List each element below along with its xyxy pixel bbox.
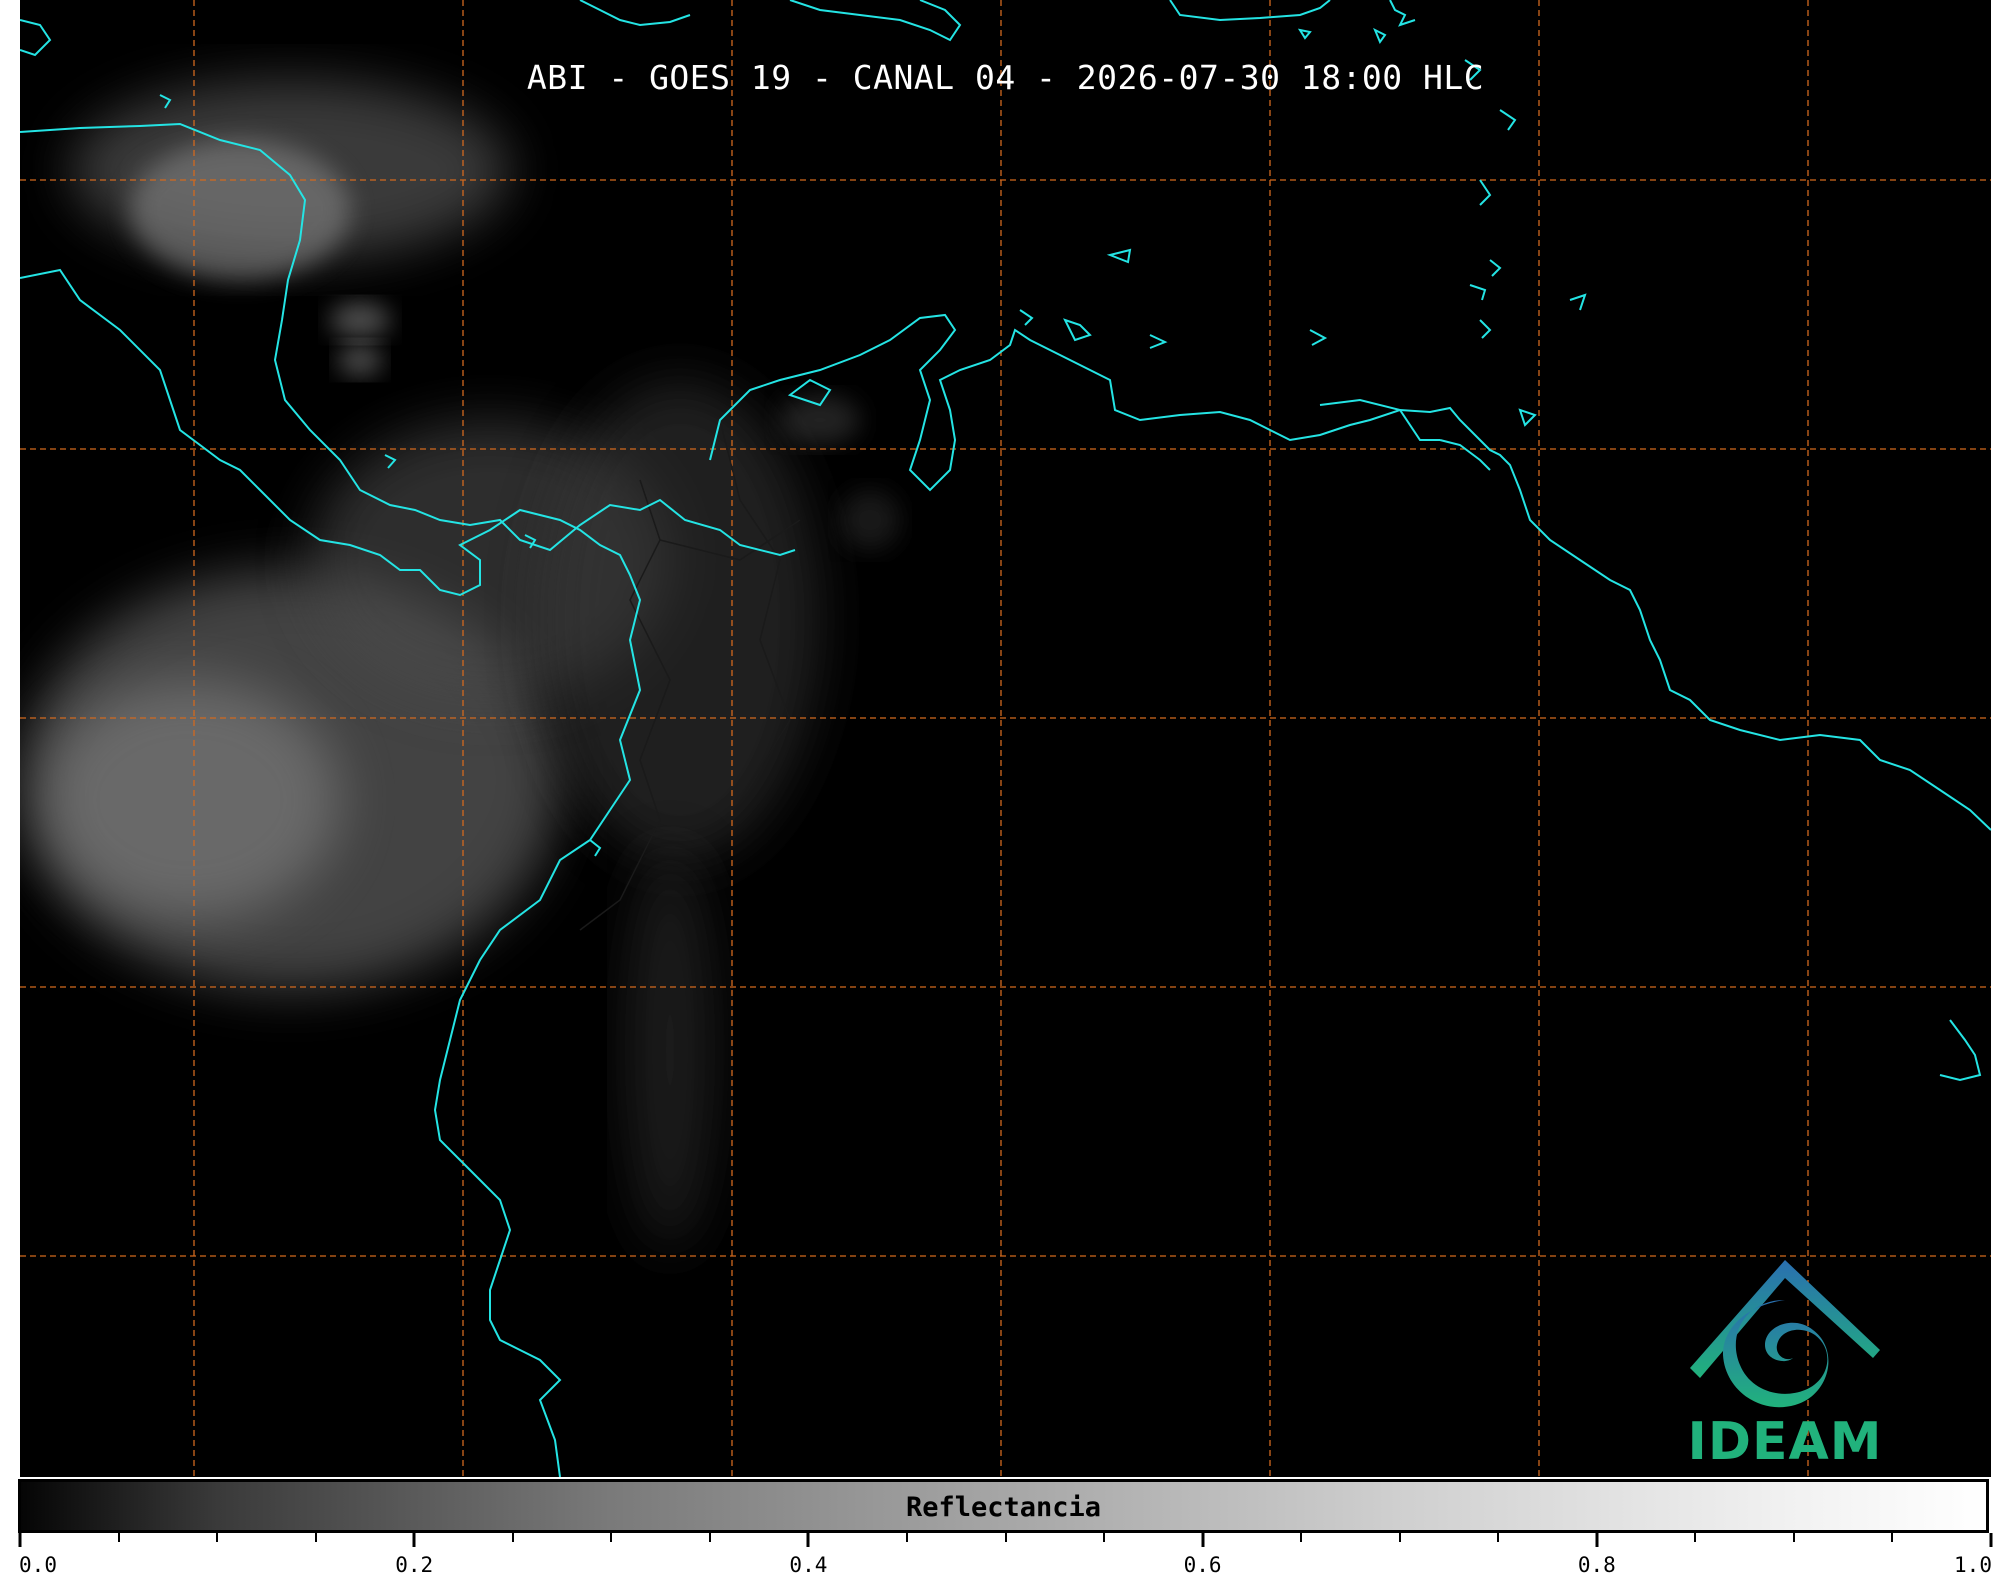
colorbar-minor-tick — [1891, 1533, 1894, 1542]
colorbar-minor-tick — [1300, 1533, 1303, 1542]
colorbar-minor-tick — [216, 1533, 219, 1542]
colorbar-minor-tick — [905, 1533, 908, 1542]
colorbar-major-tick — [18, 1533, 22, 1547]
colorbar-label: Reflectancia — [905, 1492, 1102, 1523]
colorbar-tick-label: 0.6 — [1183, 1553, 1222, 1577]
colorbar-major-tick — [1201, 1533, 1205, 1547]
colorbar-major-tick — [1595, 1533, 1599, 1547]
colorbar-tick-label: 1.0 — [1954, 1553, 1992, 1577]
colorbar-tick-label: 0.0 — [19, 1553, 57, 1577]
colorbar-minor-tick — [1497, 1533, 1500, 1542]
colorbar-minor-tick — [511, 1533, 514, 1542]
colorbar-tick-label: 0.8 — [1577, 1553, 1616, 1577]
ideam-logo: IDEAM — [1665, 1250, 1905, 1475]
colorbar: Reflectancia — [18, 1479, 1989, 1533]
colorbar-minor-tick — [708, 1533, 711, 1542]
colorbar-minor-tick — [610, 1533, 613, 1542]
colorbar-minor-tick — [1103, 1533, 1106, 1542]
colorbar-minor-tick — [1694, 1533, 1697, 1542]
ideam-logo-icon — [1690, 1260, 1880, 1408]
colorbar-minor-tick — [117, 1533, 120, 1542]
colorbar-minor-tick — [1398, 1533, 1401, 1542]
satellite-map[interactable]: ABI - GOES 19 - CANAL 04 - 2026-07-30 18… — [20, 0, 1991, 1477]
colorbar-major-tick — [806, 1533, 810, 1547]
colorbar-major-tick — [1989, 1533, 1993, 1547]
colorbar-major-tick — [412, 1533, 416, 1547]
colorbar-tick-label: 0.2 — [395, 1553, 434, 1577]
colorbar-minor-tick — [1004, 1533, 1007, 1542]
colorbar-ticks: 0.0 0.2 0.4 0.6 0.8 1.0 — [18, 1533, 1993, 1577]
colorbar-tick-label: 0.4 — [789, 1553, 828, 1577]
colorbar-minor-tick — [314, 1533, 317, 1542]
logo-text: IDEAM — [1687, 1412, 1883, 1472]
colorbar-minor-tick — [1792, 1533, 1795, 1542]
cloud-field — [20, 80, 900, 1250]
